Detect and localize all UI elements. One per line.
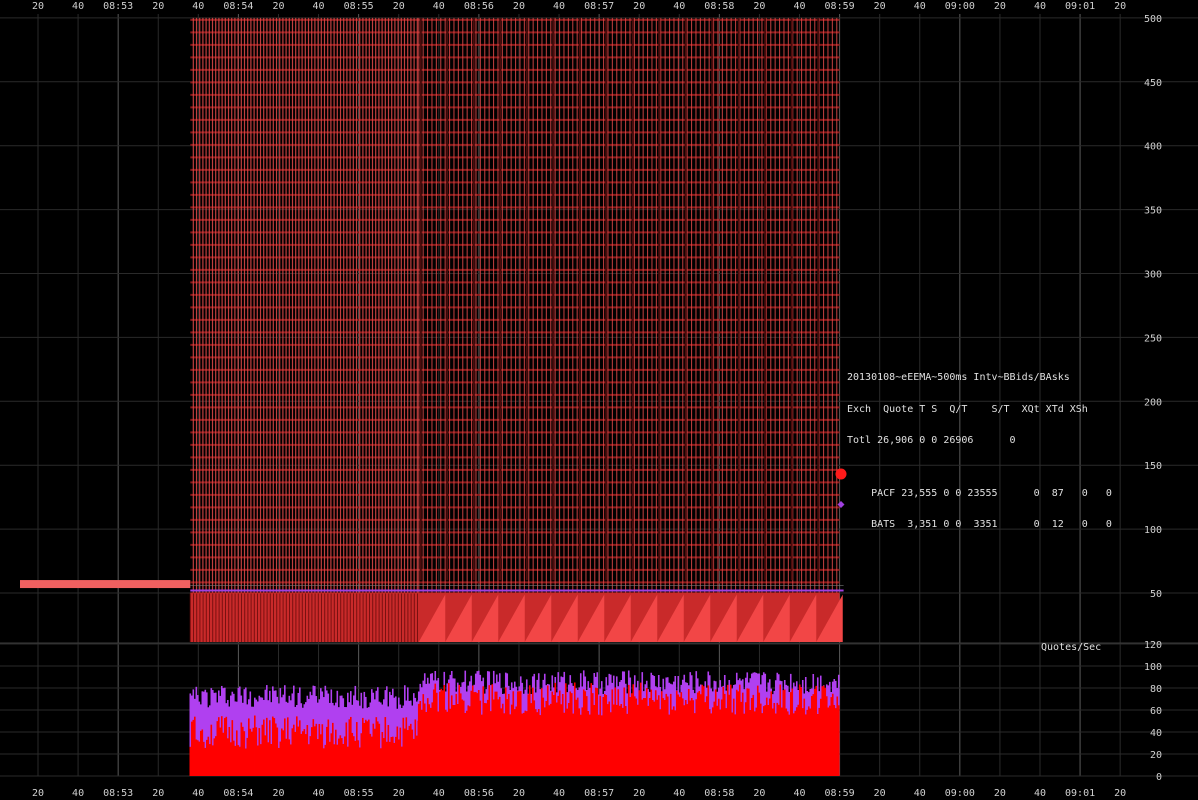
x-tick-label-bottom: 20 xyxy=(272,788,284,799)
x-tick-label-top: 09:00 xyxy=(945,1,975,12)
pacf-lower-zone xyxy=(189,592,843,642)
x-tick-label-top: 09:01 xyxy=(1065,1,1095,12)
x-tick-label-bottom: 08:56 xyxy=(464,788,494,799)
x-tick-label-bottom: 40 xyxy=(72,788,84,799)
y-tick-label: 350 xyxy=(1144,206,1162,217)
x-tick-label-bottom: 20 xyxy=(513,788,525,799)
legend-row-totl: Totl 26,906 0 0 26906 0 xyxy=(847,435,1112,447)
x-tick-label-bottom: 20 xyxy=(152,788,164,799)
x-tick-label-bottom: 40 xyxy=(914,788,926,799)
legend-label-totl: Totl 26,906 0 0 26906 0 xyxy=(847,435,1016,446)
x-tick-label-top: 08:59 xyxy=(825,1,855,12)
x-tick-label-bottom: 08:53 xyxy=(103,788,133,799)
x-tick-label-bottom: 40 xyxy=(673,788,685,799)
y-tick-label-lower: 0 xyxy=(1156,772,1162,783)
y-tick-label: 50 xyxy=(1150,589,1162,600)
x-tick-label-bottom: 08:59 xyxy=(825,788,855,799)
y-tick-label: 200 xyxy=(1144,397,1162,408)
x-tick-label-top: 08:53 xyxy=(103,1,133,12)
lower-chart-title: Quotes/Sec xyxy=(1041,642,1102,653)
x-tick-label-top: 40 xyxy=(1034,1,1046,12)
x-tick-label-bottom: 20 xyxy=(1114,788,1126,799)
red-dot-icon xyxy=(835,468,847,479)
x-tick-label-bottom: 40 xyxy=(433,788,445,799)
x-tick-label-bottom: 20 xyxy=(994,788,1006,799)
x-tick-label-top: 20 xyxy=(753,1,765,12)
pacf-sweep-lines xyxy=(192,17,838,642)
x-tick-label-bottom: 08:58 xyxy=(704,788,734,799)
x-tick-label-bottom: 20 xyxy=(32,788,44,799)
legend-row-bats: BATS 3,351 0 0 3351 0 12 0 0 xyxy=(837,499,1112,530)
y-tick-label: 300 xyxy=(1144,270,1162,281)
x-tick-label-top: 40 xyxy=(914,1,926,12)
x-tick-label-bottom: 40 xyxy=(553,788,565,799)
legend-columns: Exch Quote T S Q/T S/T XQt XTd XSh xyxy=(847,403,1088,415)
x-tick-label-bottom: 09:01 xyxy=(1065,788,1095,799)
y-tick-label-lower: 60 xyxy=(1150,706,1162,717)
legend-label-bats: BATS 3,351 0 0 3351 0 12 0 0 xyxy=(871,519,1112,530)
x-tick-label-bottom: 20 xyxy=(393,788,405,799)
y-tick-label-lower: 120 xyxy=(1144,640,1162,651)
x-tick-label-bottom: 09:00 xyxy=(945,788,975,799)
y-tick-label-lower: 100 xyxy=(1144,662,1162,673)
purple-diamond-icon xyxy=(837,501,845,508)
x-tick-label-bottom: 40 xyxy=(1034,788,1046,799)
x-tick-label-bottom: 08:54 xyxy=(223,788,253,799)
x-tick-label-bottom: 20 xyxy=(633,788,645,799)
x-tick-label-top: 08:57 xyxy=(584,1,614,12)
x-tick-label-bottom: 20 xyxy=(753,788,765,799)
legend: 20130108~eEEMA~500ms Intv~BBids/BAsks Ex… xyxy=(835,352,1112,530)
x-tick-label-bottom: 40 xyxy=(793,788,805,799)
x-tick-label-top: 40 xyxy=(192,1,204,12)
x-tick-label-top: 20 xyxy=(513,1,525,12)
y-tick-label-lower: 80 xyxy=(1150,684,1162,695)
x-tick-label-top: 20 xyxy=(272,1,284,12)
x-tick-label-bottom: 08:57 xyxy=(584,788,614,799)
x-tick-label-top: 40 xyxy=(673,1,685,12)
x-tick-label-top: 40 xyxy=(793,1,805,12)
x-tick-label-top: 20 xyxy=(633,1,645,12)
x-tick-label-top: 20 xyxy=(874,1,886,12)
pacf-baseline-bar xyxy=(20,580,191,589)
x-tick-label-top: 40 xyxy=(313,1,325,12)
legend-title: 20130108~eEEMA~500ms Intv~BBids/BAsks xyxy=(847,372,1070,383)
x-tick-label-top: 40 xyxy=(72,1,84,12)
y-tick-label: 450 xyxy=(1144,78,1162,89)
legend-row-pacf: PACF 23,555 0 0 23555 0 87 0 0 xyxy=(835,468,1112,498)
x-tick-label-top: 08:56 xyxy=(464,1,494,12)
y-tick-label-lower: 20 xyxy=(1150,750,1162,761)
x-tick-label-bottom: 40 xyxy=(192,788,204,799)
x-tick-label-top: 08:54 xyxy=(223,1,253,12)
y-tick-label: 250 xyxy=(1144,333,1162,344)
y-tick-label: 150 xyxy=(1144,461,1162,472)
legend-label-pacf: PACF 23,555 0 0 23555 0 87 0 0 xyxy=(871,487,1112,499)
x-tick-label-bottom: 08:55 xyxy=(344,788,374,799)
x-tick-label-top: 20 xyxy=(32,1,44,12)
y-tick-label-lower: 40 xyxy=(1150,728,1162,739)
y-tick-label: 500 xyxy=(1144,14,1162,25)
x-tick-label-top: 08:55 xyxy=(344,1,374,12)
y-tick-label: 400 xyxy=(1144,142,1162,153)
y-tick-label: 100 xyxy=(1144,525,1162,536)
x-tick-label-bottom: 20 xyxy=(874,788,886,799)
x-tick-label-bottom: 40 xyxy=(313,788,325,799)
x-tick-label-top: 40 xyxy=(553,1,565,12)
x-tick-label-top: 20 xyxy=(152,1,164,12)
x-tick-label-top: 20 xyxy=(1114,1,1126,12)
x-tick-label-top: 20 xyxy=(994,1,1006,12)
x-tick-label-top: 08:58 xyxy=(704,1,734,12)
x-tick-label-top: 20 xyxy=(393,1,405,12)
x-tick-label-top: 40 xyxy=(433,1,445,12)
